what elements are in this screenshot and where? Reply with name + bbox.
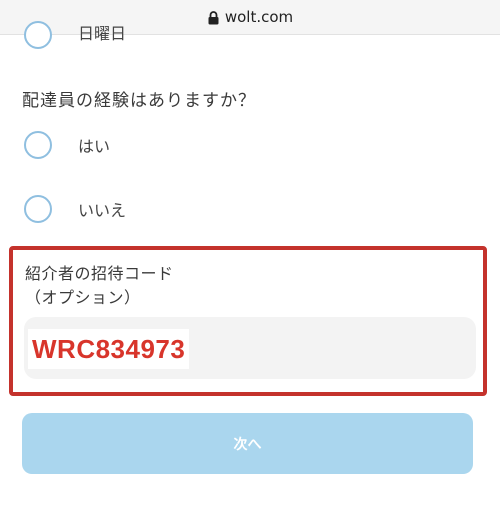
next-button[interactable]: 次へ (22, 413, 473, 474)
question-label: 配達員の経験はありますか？ (22, 91, 256, 111)
referral-code-input[interactable]: WRC834973 (24, 317, 476, 379)
radio-button[interactable] (24, 21, 52, 49)
radio-label-no: いいえ (78, 201, 127, 220)
lock-icon (207, 11, 220, 25)
referral-code-label: 紹介者の招待コード （オプション） (25, 262, 174, 310)
radio-label-yes: はい (78, 137, 111, 156)
referral-code-value-box: WRC834973 (28, 329, 190, 369)
url-text: wolt.com (224, 8, 294, 26)
referral-code-highlight: 紹介者の招待コード （オプション） WRC834973 (9, 246, 487, 396)
referral-code-value: WRC834973 (32, 333, 186, 364)
radio-button-yes[interactable] (24, 131, 52, 159)
radio-option-previous[interactable]: 日曜日 (24, 20, 126, 50)
referral-label-line2: （オプション） (25, 288, 141, 307)
radio-label-previous: 日曜日 (78, 24, 127, 43)
referral-label-line1: 紹介者の招待コード (25, 264, 174, 283)
radio-option-no[interactable]: いいえ (24, 195, 126, 223)
radio-option-yes[interactable]: はい (24, 131, 110, 159)
radio-button-no[interactable] (24, 195, 52, 223)
